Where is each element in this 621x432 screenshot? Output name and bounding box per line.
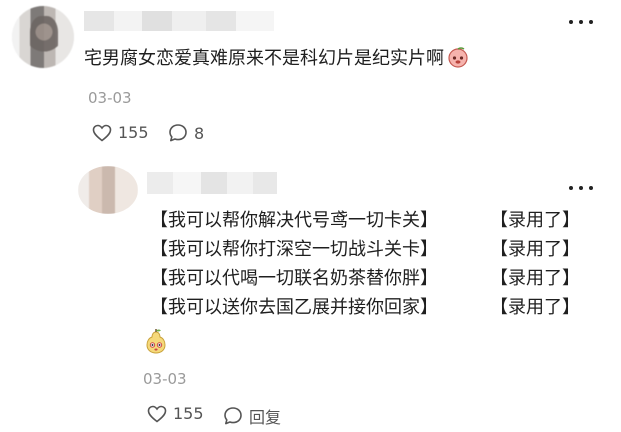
heart-icon: [147, 405, 167, 423]
comment-body: 宅男腐女恋爱真难原来不是科幻片是纪实片啊: [84, 48, 444, 69]
reply-line: 【我可以代喝一切联名奶茶替你胖】 【录用了】: [150, 264, 580, 293]
reply-button[interactable]: 回复: [223, 404, 281, 428]
peach-face-emoji-icon: [448, 47, 468, 68]
like-button[interactable]: 155: [92, 123, 149, 142]
reply-line-right: 【录用了】: [490, 239, 580, 260]
username-blurred[interactable]: [84, 11, 274, 31]
like-count: 155: [118, 123, 149, 142]
reply-line: 【我可以帮你解决代号鸢一切卡关】 【录用了】: [150, 206, 580, 235]
reply-date: 03-03: [143, 370, 187, 388]
more-options-icon[interactable]: [569, 17, 593, 27]
heart-icon: [92, 124, 112, 142]
speech-bubble-icon: [169, 124, 187, 142]
comment-text: 宅男腐女恋爱真难原来不是科幻片是纪实片啊: [84, 46, 469, 72]
reply-line-left: 【我可以帮你打深空一切战斗关卡】: [150, 239, 438, 260]
reply-line-left: 【我可以代喝一切联名奶茶替你胖】: [150, 268, 438, 289]
reply-line-right: 【录用了】: [490, 210, 580, 231]
comment-button[interactable]: 8: [168, 123, 204, 143]
reply-line-right: 【录用了】: [490, 297, 580, 318]
reply-like-button[interactable]: 155: [147, 404, 204, 423]
reply-label: 回复: [249, 408, 282, 427]
reply-line-left: 【我可以送你去国乙展并接你回家】: [150, 297, 438, 318]
comment-count: 8: [194, 123, 205, 143]
reply-more-options-icon[interactable]: [569, 183, 593, 193]
reply-line: 【我可以送你去国乙展并接你回家】 【录用了】: [150, 293, 580, 322]
reply-line: 【我可以帮你打深空一切战斗关卡】 【录用了】: [150, 235, 580, 264]
reply-text: 【我可以帮你解决代号鸢一切卡关】 【录用了】 【我可以帮你打深空一切战斗关卡】 …: [150, 206, 580, 322]
reply-username-blurred[interactable]: [147, 172, 277, 194]
speech-bubble-icon: [224, 407, 242, 425]
comment-date: 03-03: [88, 89, 132, 107]
avatar[interactable]: [12, 6, 74, 68]
pear-face-emoji-icon: [146, 329, 166, 354]
reply-line-right: 【录用了】: [490, 268, 580, 289]
reply-avatar[interactable]: [78, 166, 138, 214]
reply-line-left: 【我可以帮你解决代号鸢一切卡关】: [150, 210, 438, 231]
reply-like-count: 155: [173, 404, 204, 423]
